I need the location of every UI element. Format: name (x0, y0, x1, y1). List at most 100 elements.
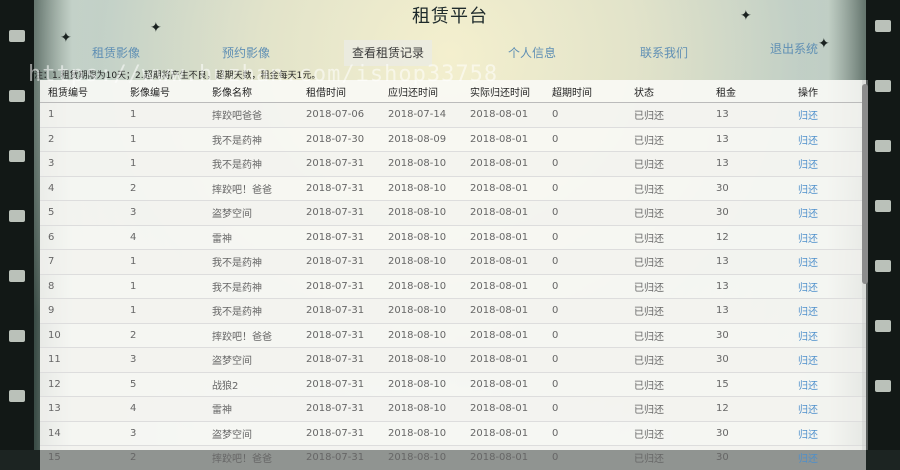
cell-movie-name: 摔跤吧！爸爸 (204, 322, 298, 348)
return-button[interactable]: 归还 (790, 151, 866, 176)
return-button[interactable]: 归还 (790, 396, 866, 421)
col-overdue: 超期时间 (544, 80, 626, 103)
cell-rent-date: 2018-07-31 (298, 420, 380, 446)
nav-rent-movies[interactable]: 租赁影像 (92, 40, 140, 66)
cell-overdue: 0 (544, 298, 626, 323)
cell-movie-id: 4 (122, 224, 204, 250)
table-row: 6 4 雷神 2018-07-31 2018-08-10 2018-08-01 0 已归还 12… (40, 224, 866, 250)
cell-fee: 30 (708, 420, 790, 446)
cell-fee: 13 (708, 102, 790, 127)
cell-overdue: 0 (544, 151, 626, 176)
return-button[interactable]: 归还 (790, 102, 866, 127)
cell-fee: 13 (708, 273, 790, 299)
cell-return-date: 2018-08-01 (462, 224, 544, 250)
cell-status: 已归还 (626, 200, 708, 225)
cell-status: 已归还 (626, 273, 708, 299)
cell-movie-name: 战狼2 (204, 371, 298, 397)
cell-rent-date: 2018-07-31 (298, 298, 380, 323)
cell-rental-id: 2 (40, 126, 122, 152)
cell-rent-date: 2018-07-31 (298, 175, 380, 201)
cell-rental-id: 14 (40, 420, 122, 446)
cell-rent-date: 2018-07-31 (298, 151, 380, 176)
col-movie-id: 影像编号 (122, 80, 204, 103)
cell-status: 已归还 (626, 396, 708, 421)
film-strip-right (866, 0, 900, 450)
nav-logout[interactable]: 退出系统 (770, 36, 818, 62)
cell-overdue: 0 (544, 102, 626, 127)
return-button[interactable]: 归还 (790, 200, 866, 225)
cell-return-date: 2018-08-01 (462, 322, 544, 348)
return-button[interactable]: 归还 (790, 445, 866, 470)
cell-movie-name: 雷神 (204, 224, 298, 250)
cell-due-date: 2018-08-10 (380, 445, 462, 470)
cell-movie-id: 2 (122, 322, 204, 348)
cell-fee: 30 (708, 175, 790, 201)
cell-status: 已归还 (626, 175, 708, 201)
cell-return-date: 2018-08-01 (462, 420, 544, 446)
cell-status: 已归还 (626, 420, 708, 446)
cell-return-date: 2018-08-01 (462, 347, 544, 372)
nav-reserve-movies[interactable]: 预约影像 (222, 40, 270, 66)
cell-due-date: 2018-08-10 (380, 322, 462, 348)
table-row: 9 1 我不是药神 2018-07-31 2018-08-10 2018-08-01 0 已归… (40, 298, 866, 323)
cell-fee: 30 (708, 347, 790, 372)
cell-due-date: 2018-08-10 (380, 249, 462, 274)
cell-return-date: 2018-08-01 (462, 126, 544, 152)
cell-fee: 12 (708, 396, 790, 421)
cell-rent-date: 2018-07-30 (298, 126, 380, 152)
table-scrollbar[interactable] (862, 80, 868, 450)
cell-movie-name: 我不是药神 (204, 298, 298, 323)
cell-status: 已归还 (626, 347, 708, 372)
cell-movie-id: 1 (122, 249, 204, 274)
cell-overdue: 0 (544, 371, 626, 397)
col-fee: 租金 (708, 80, 790, 103)
table-row: 14 3 盗梦空间 2018-07-31 2018-08-10 2018-08-01 0 已归… (40, 420, 866, 446)
table-row: 7 1 我不是药神 2018-07-31 2018-08-10 2018-08-01 0 已归… (40, 249, 866, 274)
cell-fee: 13 (708, 151, 790, 176)
cell-overdue: 0 (544, 347, 626, 372)
cell-rent-date: 2018-07-31 (298, 200, 380, 225)
cell-fee: 30 (708, 200, 790, 225)
nav-contact-us[interactable]: 联系我们 (640, 40, 688, 66)
return-button[interactable]: 归还 (790, 420, 866, 446)
cell-overdue: 0 (544, 322, 626, 348)
return-button[interactable]: 归还 (790, 273, 866, 299)
return-button[interactable]: 归还 (790, 224, 866, 250)
nav-personal-info[interactable]: 个人信息 (508, 40, 556, 66)
return-button[interactable]: 归还 (790, 322, 866, 348)
cell-rent-date: 2018-07-31 (298, 322, 380, 348)
cell-fee: 13 (708, 249, 790, 274)
cell-due-date: 2018-08-10 (380, 175, 462, 201)
cell-return-date: 2018-08-01 (462, 445, 544, 470)
cell-overdue: 0 (544, 445, 626, 470)
cell-movie-name: 摔跤吧爸爸 (204, 102, 298, 127)
cell-overdue: 0 (544, 273, 626, 299)
cell-return-date: 2018-08-01 (462, 175, 544, 201)
cell-rent-date: 2018-07-31 (298, 249, 380, 274)
return-button[interactable]: 归还 (790, 175, 866, 201)
table-row: 2 1 我不是药神 2018-07-30 2018-08-09 2018-08-01 0 已归… (40, 126, 866, 152)
cell-return-date: 2018-08-01 (462, 396, 544, 421)
cell-movie-id: 2 (122, 175, 204, 201)
cell-movie-id: 1 (122, 151, 204, 176)
cell-due-date: 2018-08-10 (380, 224, 462, 250)
cell-fee: 13 (708, 126, 790, 152)
return-button[interactable]: 归还 (790, 126, 866, 152)
col-action: 操作 (790, 80, 866, 103)
cell-rental-id: 12 (40, 371, 122, 397)
return-button[interactable]: 归还 (790, 371, 866, 397)
cell-status: 已归还 (626, 224, 708, 250)
table-row: 15 2 摔跤吧！爸爸 2018-07-31 2018-08-10 2018-08-01 0… (40, 445, 866, 470)
nav-rental-records[interactable]: 查看租赁记录 (344, 40, 433, 66)
cell-fee: 30 (708, 445, 790, 470)
cell-rental-id: 7 (40, 249, 122, 274)
return-button[interactable]: 归还 (790, 298, 866, 323)
cell-movie-name: 我不是药神 (204, 126, 298, 152)
cell-due-date: 2018-08-10 (380, 273, 462, 299)
return-button[interactable]: 归还 (790, 347, 866, 372)
table-row: 10 2 摔跤吧！爸爸 2018-07-31 2018-08-10 2018-08-01 0… (40, 322, 866, 348)
scrollbar-thumb[interactable] (862, 84, 868, 284)
return-button[interactable]: 归还 (790, 249, 866, 274)
cell-rental-id: 6 (40, 224, 122, 250)
cell-movie-name: 摔跤吧！爸爸 (204, 175, 298, 201)
